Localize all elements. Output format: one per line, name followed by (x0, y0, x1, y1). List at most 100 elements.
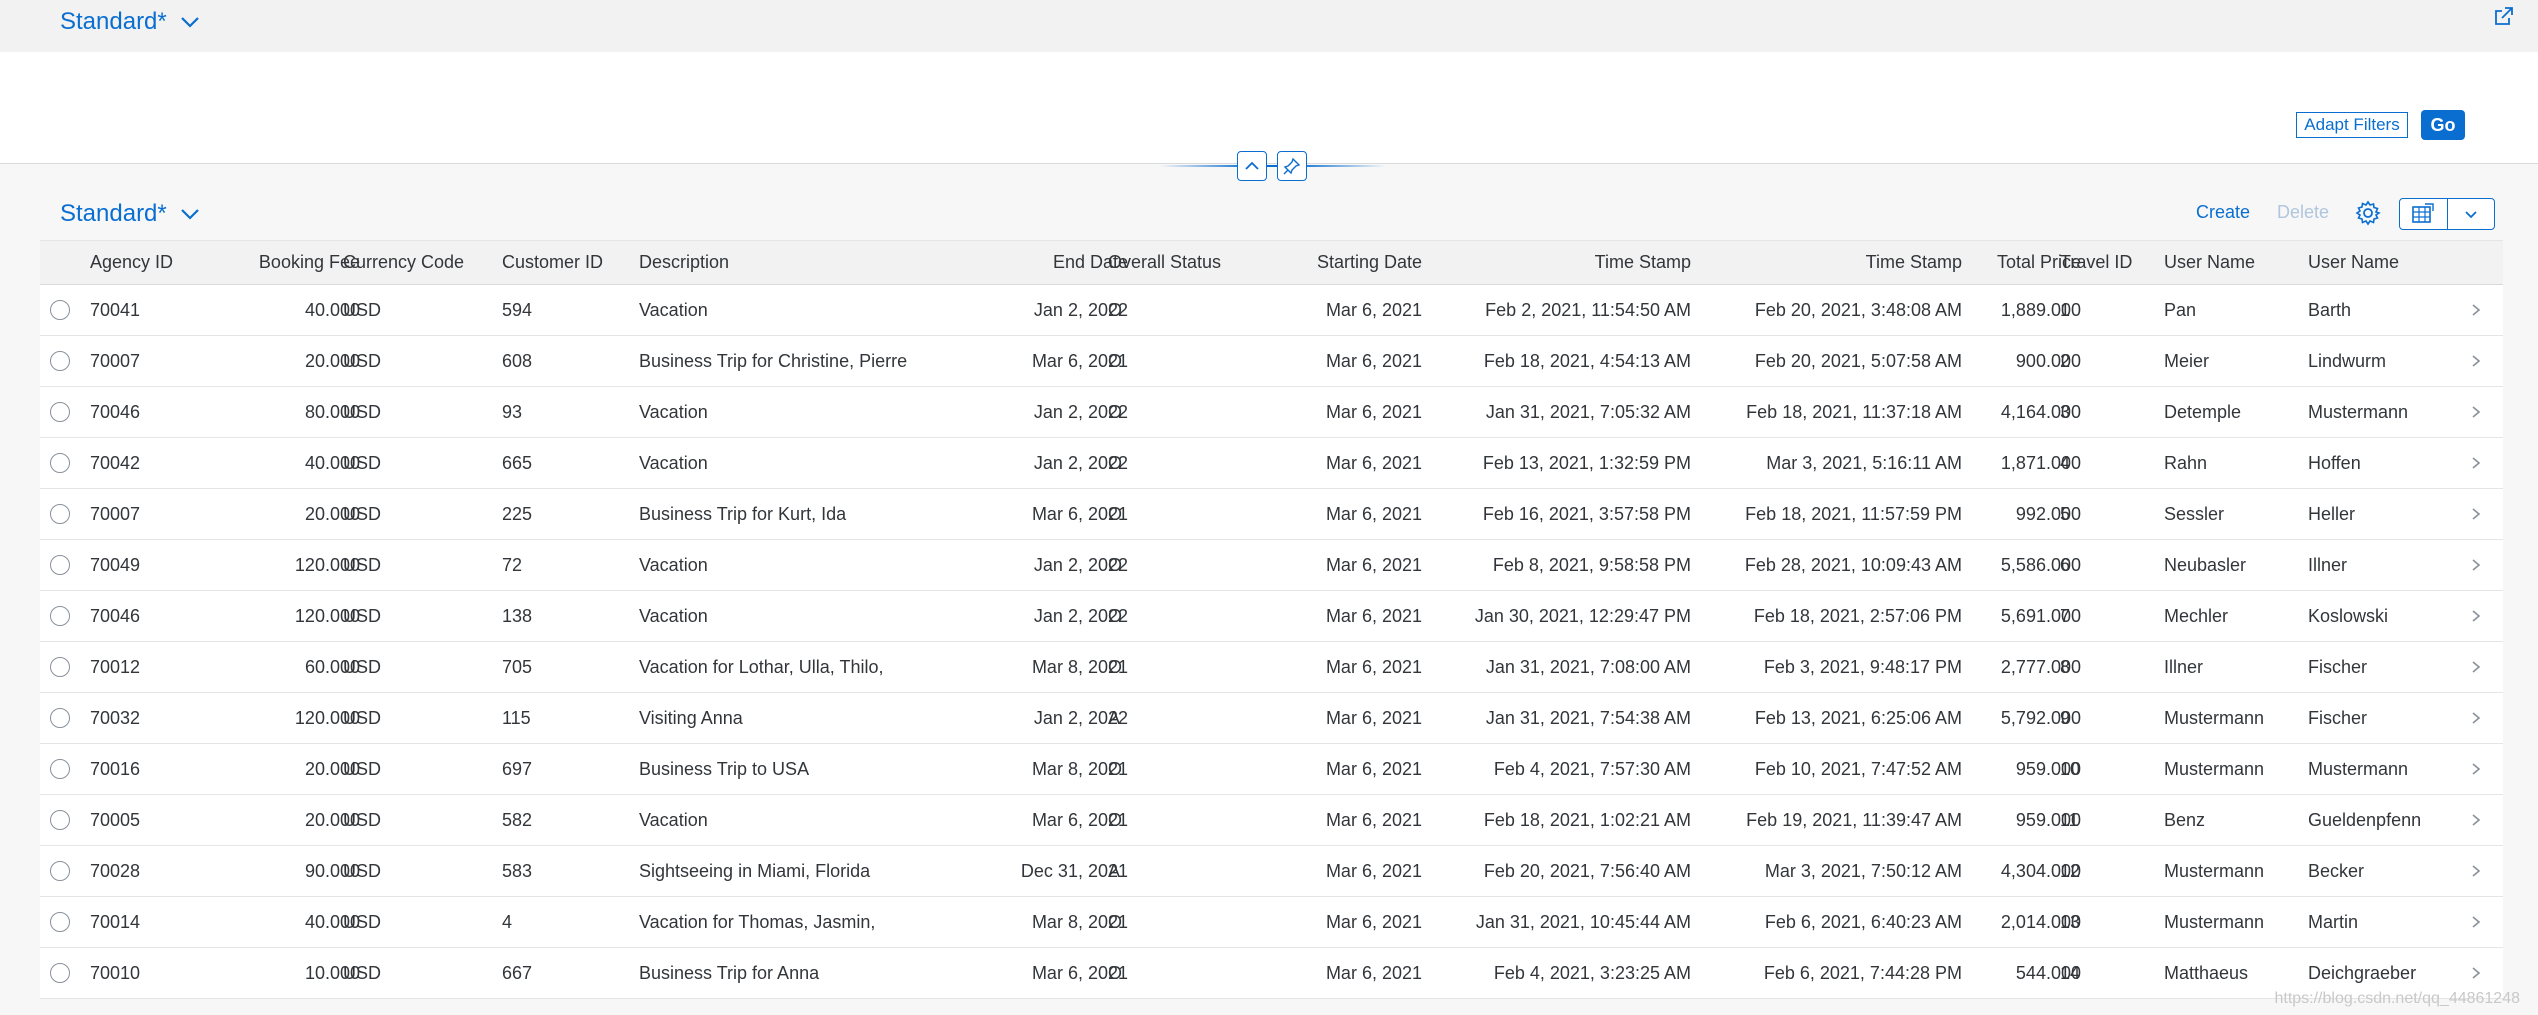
table-row[interactable]: 70012 60.000 USD 705 Vacation for Lothar, Ul… (40, 642, 2503, 693)
cell-end-date: Jan 2, 2022 (1033, 554, 1128, 575)
cell-description: Business Trip to USA (639, 758, 810, 779)
cell-customer-id: 697 (502, 758, 533, 779)
cell-changed-time-stamp: Feb 18, 2021, 11:57:59 PM (1745, 503, 1962, 524)
cell-travel-id: 9 (2060, 707, 2071, 728)
column-header-agency-id[interactable]: Agency ID (90, 241, 173, 284)
row-navigation[interactable] (2470, 846, 2494, 896)
cell-booking-fee: 90.000 (304, 860, 360, 881)
row-navigation[interactable] (2470, 591, 2494, 641)
column-header-end-date[interactable]: End Date (980, 241, 1128, 284)
row-selector[interactable] (50, 489, 80, 539)
table-row[interactable]: 70014 40.000 USD 4 Vacation for Thomas, Jasm… (40, 897, 2503, 948)
table-row[interactable]: 70046 120.000 USD 138 Vacation Jan 2, 2022 O Ma… (40, 591, 2503, 642)
pin-header-button[interactable] (1277, 151, 1307, 181)
export-button[interactable] (2399, 198, 2495, 230)
row-navigation[interactable] (2470, 744, 2494, 794)
column-header-changed-time-stamp[interactable]: Time Stamp (1710, 241, 1962, 284)
table-row[interactable]: 70005 20.000 USD 582 Vacation Mar 6, 2021 O Mar… (40, 795, 2503, 846)
export-options-dropdown[interactable] (2446, 199, 2495, 229)
row-selector[interactable] (50, 897, 80, 947)
radio-button[interactable] (50, 555, 70, 575)
table-variant-selector[interactable]: Standard* (60, 200, 201, 228)
table-row[interactable]: 70028 90.000 USD 583 Sightseeing in Miami, F… (40, 846, 2503, 897)
cell-created-user-name: Neubasler (2164, 554, 2247, 575)
table-row[interactable]: 70016 20.000 USD 697 Business Trip to USA Mar… (40, 744, 2503, 795)
table-row[interactable]: 70049 120.000 USD 72 Vacation Jan 2, 2022 O Mar… (40, 540, 2503, 591)
cell-changed-user-name: Lindwurm (2308, 350, 2387, 371)
column-header-booking-fee[interactable]: Booking Fee (190, 241, 360, 284)
radio-button[interactable] (50, 504, 70, 524)
column-header-description[interactable]: Description (639, 241, 939, 284)
row-navigation[interactable] (2470, 693, 2494, 743)
column-header-created-time-stamp[interactable]: Time Stamp (1440, 241, 1691, 284)
export-to-spreadsheet[interactable] (2400, 199, 2447, 229)
table-row[interactable]: 70010 10.000 USD 667 Business Trip for Anna M… (40, 948, 2503, 999)
row-navigation[interactable] (2470, 795, 2494, 845)
row-selector[interactable] (50, 387, 80, 437)
radio-button[interactable] (50, 351, 70, 371)
cell-agency-id: 70032 (90, 707, 141, 728)
go-button[interactable]: Go (2421, 110, 2465, 140)
row-selector[interactable] (50, 540, 80, 590)
cell-overall-status: O (1108, 962, 1123, 983)
create-button[interactable]: Create (2196, 202, 2250, 223)
column-header-customer-id[interactable]: Customer ID (502, 241, 632, 284)
table-row[interactable]: 70007 20.000 USD 225 Business Trip for Kurt,… (40, 489, 2503, 540)
row-navigation[interactable] (2470, 387, 2494, 437)
row-navigation[interactable] (2470, 897, 2494, 947)
radio-button[interactable] (50, 453, 70, 473)
cell-changed-time-stamp: Feb 28, 2021, 10:09:43 AM (1744, 554, 1962, 575)
radio-button[interactable] (50, 300, 70, 320)
delete-button[interactable]: Delete (2277, 202, 2329, 223)
table-row[interactable]: 70032 120.000 USD 115 Visiting Anna Jan 2, 20… (40, 693, 2503, 744)
radio-button[interactable] (50, 912, 70, 932)
row-selector[interactable] (50, 948, 80, 998)
radio-button[interactable] (50, 708, 70, 728)
radio-button[interactable] (50, 861, 70, 881)
row-selector[interactable] (50, 846, 80, 896)
cell-overall-status: O (1108, 554, 1123, 575)
cell-booking-fee: 20.000 (304, 758, 360, 779)
column-header-starting-date[interactable]: Starting Date (1280, 241, 1422, 284)
cell-starting-date: Mar 6, 2021 (1325, 503, 1422, 524)
row-selector[interactable] (50, 693, 80, 743)
radio-button[interactable] (50, 963, 70, 983)
radio-button[interactable] (50, 402, 70, 422)
table-row[interactable]: 70042 40.000 USD 665 Vacation Jan 2, 2022 O Mar… (40, 438, 2503, 489)
column-header-travel-id[interactable]: Travel ID (2060, 241, 2160, 284)
row-selector[interactable] (50, 285, 80, 335)
cell-description: Vacation (639, 401, 708, 422)
row-navigation[interactable] (2470, 642, 2494, 692)
row-navigation[interactable] (2470, 489, 2494, 539)
cell-created-time-stamp: Jan 31, 2021, 7:08:00 AM (1485, 656, 1691, 677)
column-header-overall-status[interactable]: Overall Status (1108, 241, 1258, 284)
cell-currency-code: USD (343, 452, 382, 473)
share-icon[interactable] (2492, 4, 2516, 28)
column-header-changed-user-name[interactable]: User Name (2308, 241, 2488, 284)
row-selector[interactable] (50, 591, 80, 641)
radio-button[interactable] (50, 657, 70, 677)
adapt-filters-button[interactable]: Adapt Filters (2296, 112, 2408, 138)
row-navigation[interactable] (2470, 438, 2494, 488)
table-row[interactable]: 70007 20.000 USD 608 Business Trip for Chris… (40, 336, 2503, 387)
table-row[interactable]: 70041 40.000 USD 594 Vacation Jan 2, 2022 O Mar… (40, 285, 2503, 336)
row-navigation[interactable] (2470, 336, 2494, 386)
row-selector[interactable] (50, 795, 80, 845)
row-selector[interactable] (50, 438, 80, 488)
row-selector[interactable] (50, 642, 80, 692)
row-navigation[interactable] (2470, 540, 2494, 590)
cell-changed-time-stamp: Mar 3, 2021, 5:16:11 AM (1766, 452, 1962, 473)
gear-icon[interactable] (2355, 200, 2381, 226)
variant-selector[interactable]: Standard* (60, 8, 201, 36)
radio-button[interactable] (50, 810, 70, 830)
row-navigation[interactable] (2470, 285, 2494, 335)
chevron-right-icon (2472, 406, 2481, 418)
table-row[interactable]: 70046 80.000 USD 93 Vacation Jan 2, 2022 O Mar … (40, 387, 2503, 438)
radio-button[interactable] (50, 606, 70, 626)
row-selector[interactable] (50, 744, 80, 794)
column-header-currency-code[interactable]: Currency Code (343, 241, 493, 284)
column-header-created-user-name[interactable]: User Name (2164, 241, 2304, 284)
collapse-header-button[interactable] (1237, 151, 1267, 181)
radio-button[interactable] (50, 759, 70, 779)
row-selector[interactable] (50, 336, 80, 386)
